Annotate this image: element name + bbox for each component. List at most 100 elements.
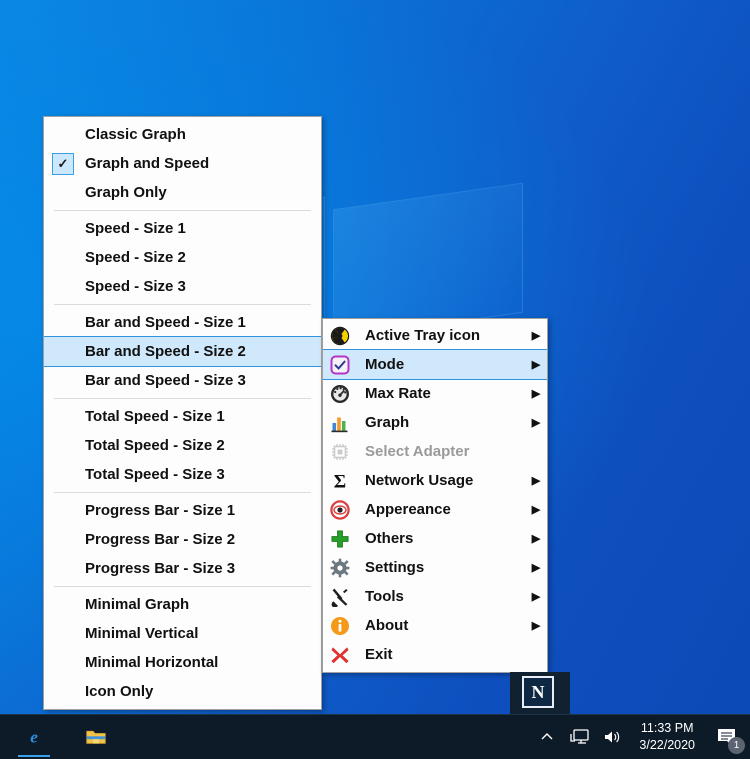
menu-item-check-gutter xyxy=(44,243,82,272)
mode-menu-item[interactable]: Minimal Horizontal xyxy=(44,648,321,677)
menu-item-icon-cell xyxy=(323,500,357,520)
mode-menu-item-label: Bar and Speed - Size 3 xyxy=(82,372,246,389)
folder-icon-glyph xyxy=(86,727,106,747)
mode-menu-item[interactable]: Graph Only xyxy=(44,178,321,207)
mode-menu-item[interactable]: Classic Graph xyxy=(44,120,321,149)
show-hidden-icons-button[interactable] xyxy=(536,725,558,749)
mode-menu-item-label: Progress Bar - Size 3 xyxy=(82,560,235,577)
sigma-icon: Σ xyxy=(330,471,350,491)
eye-icon xyxy=(330,500,350,520)
edge-icon[interactable]: e xyxy=(14,715,54,759)
tray-menu-item[interactable]: Active Tray icon▶ xyxy=(323,321,547,350)
mode-menu-item-label: Graph Only xyxy=(82,184,167,201)
tray-menu-item-label: Others xyxy=(357,530,525,547)
submenu-arrow-icon: ▶ xyxy=(525,503,547,516)
mode-menu-item[interactable]: Speed - Size 3 xyxy=(44,272,321,301)
menu-item-check-gutter xyxy=(44,366,82,395)
chevron-up-icon xyxy=(539,729,555,745)
submenu-arrow-icon: ▶ xyxy=(525,474,547,487)
edge-icon-glyph: e xyxy=(24,727,44,747)
tray-menu-item-label: About xyxy=(357,617,525,634)
tray-menu-item-label: Max Rate xyxy=(357,385,525,402)
mode-menu-item[interactable]: Total Speed - Size 3 xyxy=(44,460,321,489)
mode-menu-item[interactable]: ✓Graph and Speed xyxy=(44,149,321,178)
mode-menu-item-label: Bar and Speed - Size 2 xyxy=(82,343,246,360)
netspeedmonitor-tray-icon[interactable]: N xyxy=(522,676,554,708)
mode-menu-item[interactable]: Bar and Speed - Size 1 xyxy=(44,308,321,337)
tray-menu-item[interactable]: Others▶ xyxy=(323,524,547,553)
notification-center-button[interactable]: 1 xyxy=(710,722,744,752)
tray-menu-item[interactable]: Exit xyxy=(323,640,547,669)
menu-separator xyxy=(54,398,311,399)
file-explorer-icon[interactable] xyxy=(76,715,116,759)
menu-separator xyxy=(54,492,311,493)
menu-item-check-gutter xyxy=(44,178,82,207)
tray-menu-item[interactable]: Graph▶ xyxy=(323,408,547,437)
taskbar: e xyxy=(0,714,750,759)
submenu-arrow-icon: ▶ xyxy=(525,358,547,371)
menu-item-check-gutter xyxy=(44,272,82,301)
taskbar-clock[interactable]: 11:33 PM 3/22/2020 xyxy=(635,720,699,754)
menu-item-check-gutter xyxy=(44,648,82,677)
volume-icon[interactable] xyxy=(602,725,624,749)
mode-menu-item-label: Minimal Vertical xyxy=(82,625,198,642)
menu-separator xyxy=(54,304,311,305)
mode-menu-item[interactable]: Bar and Speed - Size 3 xyxy=(44,366,321,395)
menu-item-icon-cell xyxy=(323,326,357,346)
menu-separator xyxy=(54,210,311,211)
tray-menu-item[interactable]: About▶ xyxy=(323,611,547,640)
menu-item-icon-cell xyxy=(323,616,357,636)
menu-separator xyxy=(54,586,311,587)
menu-item-icon-cell xyxy=(323,645,357,665)
mode-menu-item[interactable]: Speed - Size 1 xyxy=(44,214,321,243)
tray-menu-item-label: Graph xyxy=(357,414,525,431)
mode-menu-item-label: Speed - Size 2 xyxy=(82,249,186,266)
mode-menu-item[interactable]: Progress Bar - Size 2 xyxy=(44,525,321,554)
tray-menu-item-label: Exit xyxy=(357,646,525,663)
mode-menu-item-label: Speed - Size 3 xyxy=(82,278,186,295)
menu-item-icon-cell: Σ xyxy=(323,471,357,491)
tray-menu-item[interactable]: Max Rate▶ xyxy=(323,379,547,408)
mode-menu-item[interactable]: Progress Bar - Size 1 xyxy=(44,496,321,525)
tray-menu-item-label: Mode xyxy=(357,356,525,373)
checkbox-icon xyxy=(330,355,350,375)
tray-menu-item[interactable]: Σ Network Usage▶ xyxy=(323,466,547,495)
menu-item-check-gutter xyxy=(44,460,82,489)
tray-menu-item[interactable]: Tools▶ xyxy=(323,582,547,611)
menu-item-check-gutter xyxy=(44,402,82,431)
network-icon[interactable] xyxy=(569,725,591,749)
mode-menu-item[interactable]: Bar and Speed - Size 2 xyxy=(44,336,321,367)
mode-submenu[interactable]: Classic Graph✓Graph and Speed Graph Only S… xyxy=(43,116,322,710)
menu-item-icon-cell xyxy=(323,442,357,462)
mode-menu-item[interactable]: Speed - Size 2 xyxy=(44,243,321,272)
tray-context-menu[interactable]: Active Tray icon▶ Mode▶ Max Rate▶ Graph▶ xyxy=(322,318,548,673)
mode-menu-item-label: Minimal Graph xyxy=(82,596,189,613)
submenu-arrow-icon: ▶ xyxy=(525,416,547,429)
tray-menu-item[interactable]: Appereance▶ xyxy=(323,495,547,524)
mode-menu-item[interactable]: Total Speed - Size 2 xyxy=(44,431,321,460)
menu-item-icon-cell xyxy=(323,529,357,549)
network-monitor-icon xyxy=(570,728,590,746)
tray-menu-item[interactable]: Mode▶ xyxy=(323,349,547,380)
mode-menu-item[interactable]: Icon Only xyxy=(44,677,321,706)
menu-item-icon-cell xyxy=(323,413,357,433)
info-icon xyxy=(330,616,350,636)
tray-menu-item: Select Adapter xyxy=(323,437,547,466)
bar-chart-icon xyxy=(330,413,350,433)
mode-menu-item[interactable]: Progress Bar - Size 3 xyxy=(44,554,321,583)
close-x-icon xyxy=(330,645,350,665)
mode-menu-item[interactable]: Minimal Vertical xyxy=(44,619,321,648)
chip-icon xyxy=(330,442,350,462)
submenu-arrow-icon: ▶ xyxy=(525,532,547,545)
mode-menu-item-label: Total Speed - Size 3 xyxy=(82,466,225,483)
menu-item-check-gutter xyxy=(44,214,82,243)
mode-menu-item[interactable]: Total Speed - Size 1 xyxy=(44,402,321,431)
tools-icon xyxy=(330,587,350,607)
menu-item-check-gutter xyxy=(44,308,82,337)
menu-item-icon-cell xyxy=(323,587,357,607)
tray-menu-item[interactable]: Settings▶ xyxy=(323,553,547,582)
mode-menu-item[interactable]: Minimal Graph xyxy=(44,590,321,619)
tray-menu-item-label: Active Tray icon xyxy=(357,327,525,344)
tray-menu-item-label: Appereance xyxy=(357,501,525,518)
svg-text:e: e xyxy=(30,728,38,747)
